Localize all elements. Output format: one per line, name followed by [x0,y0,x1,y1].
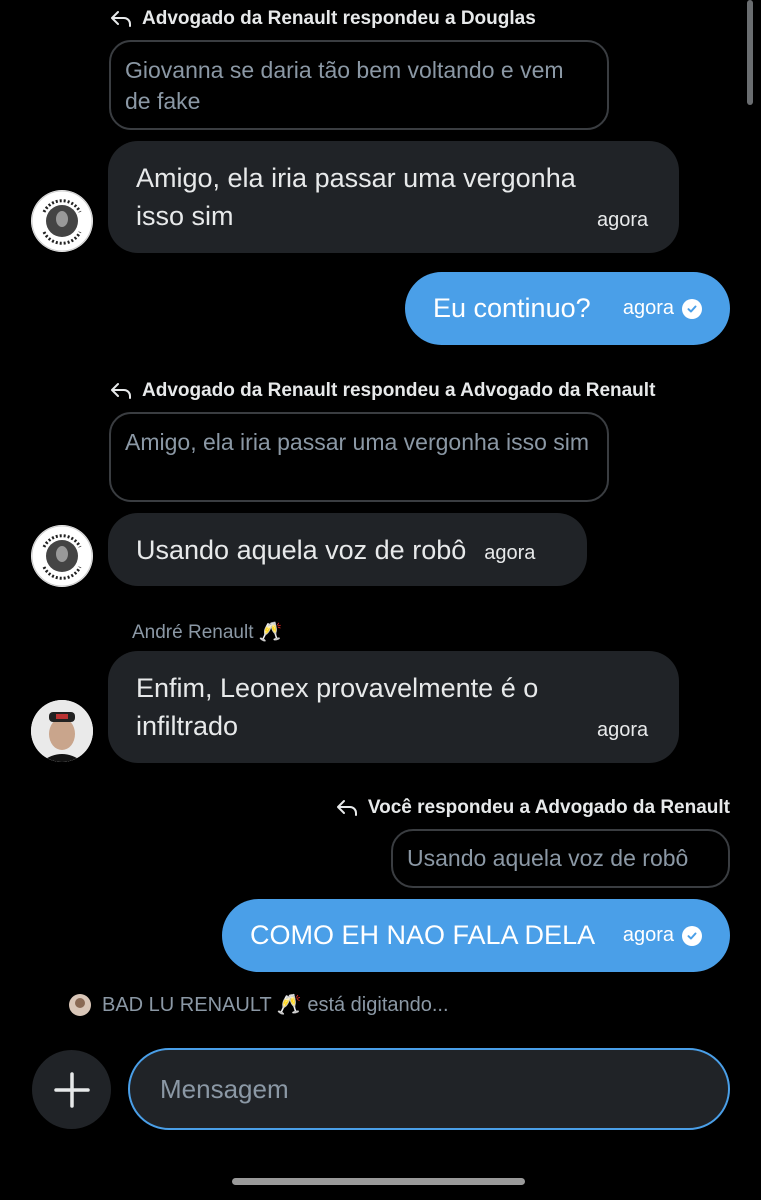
avatar[interactable] [31,190,93,252]
reply-arrow-icon [336,800,357,816]
sent-message-bubble[interactable]: Eu continuo? agora [405,272,730,345]
blackout-avatar-icon [31,525,93,587]
quoted-message[interactable]: Usando aquela voz de robô [391,829,730,888]
message-time: agora [597,719,649,741]
reply-arrow-icon [111,11,131,27]
reply-arrow-icon [111,383,131,399]
home-indicator[interactable] [232,1178,525,1185]
message-time: agora [484,541,536,564]
read-check-icon [682,298,702,319]
message-input[interactable]: Mensagem [128,1048,730,1130]
avatar[interactable] [31,700,93,762]
plus-icon [53,1071,90,1108]
message-time: agora [622,924,674,946]
reply-header: Você respondeu a Advogado da Renault [336,797,730,819]
message-input-placeholder: Mensagem [160,1073,289,1104]
typing-indicator: BAD LU RENAULT 🥂 está digitando... [68,992,449,1017]
typing-user-avatar-icon [69,993,91,1016]
message-time: agora [597,209,649,231]
message-bubble[interactable]: Amigo, ela iria passar uma vergonha isso… [108,141,679,253]
person-avatar-icon [31,700,93,762]
quoted-message[interactable]: Amigo, ela iria passar uma vergonha isso… [109,412,609,502]
avatar[interactable] [31,525,93,587]
message-bubble[interactable]: Usando aquela voz de robô agora [108,513,587,586]
message-time: agora [622,297,674,319]
blackout-avatar-icon [31,190,93,252]
message-bubble[interactable]: Enfim, Leonex provavelmente é o infiltra… [108,651,679,763]
add-button[interactable] [32,1050,111,1129]
quoted-message[interactable]: Giovanna se daria tão bem voltando e vem… [109,40,609,130]
sender-name: André Renault 🥂 [132,622,283,643]
sent-message-bubble[interactable]: COMO EH NAO FALA DELA agora [222,899,730,972]
read-check-icon [682,925,702,946]
reply-header: Advogado da Renault respondeu a Advogado… [110,380,655,402]
reply-header: Advogado da Renault respondeu a Douglas [110,8,536,30]
scrollbar[interactable] [747,0,753,105]
